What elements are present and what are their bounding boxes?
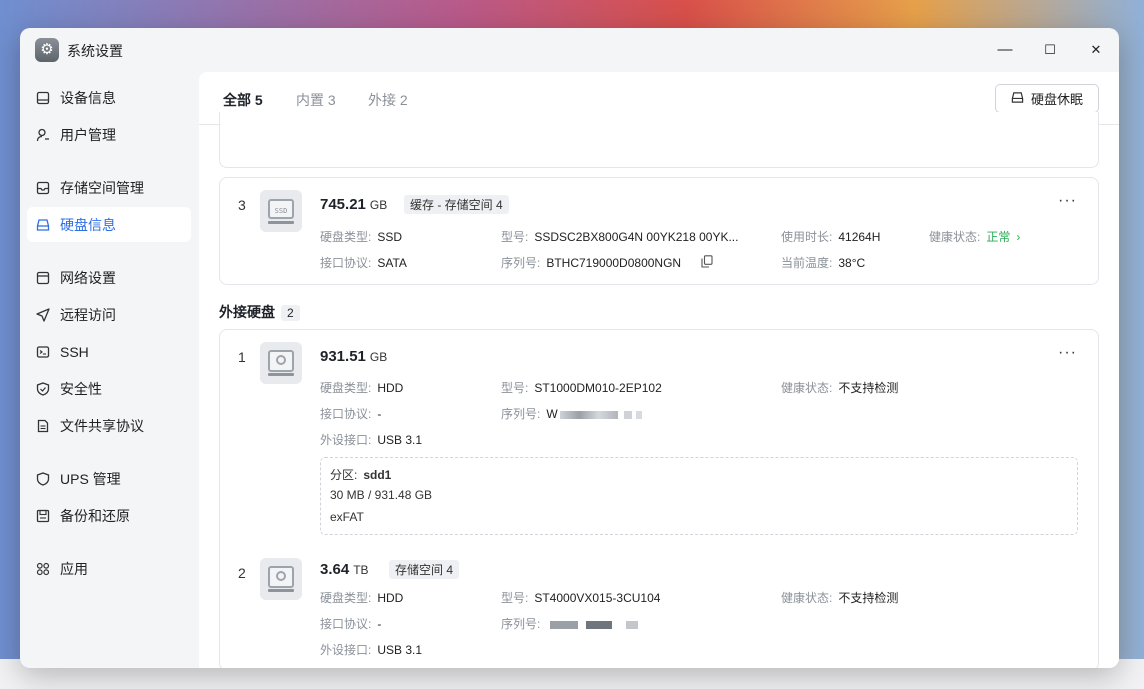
external-port-field: 外设接口: USB 3.1	[320, 643, 423, 657]
hdd-icon	[260, 558, 302, 600]
disk-index: 1	[238, 349, 246, 365]
tab-external[interactable]: 外接 2	[368, 90, 408, 110]
disk-capacity: 3.64 TB	[320, 561, 369, 578]
sidebar-item-apps[interactable]: 应用	[27, 551, 191, 586]
health-status-field: 健康状态: 不支持检测	[781, 591, 899, 605]
sidebar-item-label: 应用	[60, 560, 88, 577]
disk-icon	[36, 218, 50, 232]
sidebar-item-label: 用户管理	[60, 126, 116, 143]
sidebar-item-label: 硬盘信息	[60, 216, 116, 233]
hdd-icon	[260, 342, 302, 384]
partition-filesystem: exFAT	[330, 510, 364, 524]
sidebar: 设备信息 用户管理 存储空间管理 硬盘信息 网络设置 远程访问 SSH 安全性	[20, 72, 198, 668]
external-disk-count: 2	[281, 305, 300, 321]
external-disks-heading: 外接硬盘 2	[219, 302, 300, 322]
close-button[interactable]: ✕	[1084, 38, 1108, 62]
backup-icon	[36, 509, 50, 523]
health-status-link[interactable]: 健康状态: 正常 ›	[929, 228, 1020, 245]
sidebar-item-device-info[interactable]: 设备信息	[27, 80, 191, 115]
minimize-button[interactable]: —	[993, 38, 1017, 62]
disk-sleep-button[interactable]: 硬盘休眠	[995, 84, 1099, 113]
apps-icon	[36, 562, 50, 576]
external-port-field: 外设接口: USB 3.1	[320, 433, 423, 447]
sidebar-item-ups[interactable]: UPS 管理	[27, 461, 191, 496]
sidebar-item-label: 网络设置	[60, 269, 116, 286]
maximize-button[interactable]: ☐	[1038, 38, 1062, 62]
model-field: 型号: SSDSC2BX800G4N 00YK218 00YK...	[501, 230, 739, 244]
disk-card: 3 SSD 745.21 GB 缓存 - 存储空间 4 ··· 硬盘类型: SSD …	[219, 177, 1099, 285]
sidebar-item-user-management[interactable]: 用户管理	[27, 117, 191, 152]
settings-app-icon: ⚙	[35, 38, 59, 62]
sidebar-item-label: 文件共享协议	[60, 417, 144, 434]
sidebar-item-security[interactable]: 安全性	[27, 371, 191, 406]
sidebar-item-label: UPS 管理	[60, 470, 121, 487]
serial-field: 序列号: BTHC719000D0800NGN	[501, 256, 682, 270]
interface-field: 接口协议: -	[320, 617, 382, 631]
model-field: 型号: ST1000DM010-2EP102	[501, 381, 662, 395]
ssd-icon: SSD	[260, 190, 302, 232]
sidebar-item-label: SSH	[60, 343, 89, 360]
model-field: 型号: ST4000VX015-3CU104	[501, 591, 661, 605]
sidebar-item-backup-restore[interactable]: 备份和还原	[27, 498, 191, 533]
chevron-right-icon: ›	[1016, 230, 1021, 244]
temperature-field: 当前温度: 38°C	[781, 256, 866, 270]
terminal-icon	[36, 345, 50, 359]
disk-icon	[1011, 91, 1024, 107]
send-icon	[36, 307, 50, 322]
more-options-icon[interactable]: ···	[1058, 192, 1077, 210]
serial-field: 序列号: W	[501, 405, 642, 422]
partition-usage: 30 MB / 931.48 GB	[330, 488, 433, 502]
interface-field: 接口协议: -	[320, 407, 382, 421]
external-disks-card: 1 931.51 GB ··· 硬盘类型: HDD 型号: ST1000DM010-2…	[219, 329, 1099, 668]
window-title: 系统设置	[67, 43, 123, 59]
sidebar-item-file-sharing[interactable]: 文件共享协议	[27, 408, 191, 443]
shield-icon	[36, 471, 50, 486]
sidebar-item-label: 存储空间管理	[60, 179, 144, 196]
sidebar-item-network-settings[interactable]: 网络设置	[27, 260, 191, 295]
disk-type-field: 硬盘类型: SSD	[320, 230, 403, 244]
disk-sleep-label: 硬盘休眠	[1030, 92, 1083, 107]
sidebar-item-label: 远程访问	[60, 306, 116, 323]
more-options-icon[interactable]: ···	[1058, 344, 1077, 362]
shield-check-icon	[36, 381, 50, 396]
device-icon	[36, 91, 50, 105]
sidebar-item-label: 备份和还原	[60, 507, 130, 524]
disk-capacity: 931.51 GB	[320, 348, 388, 365]
disk-tag: 存储空间 4	[389, 560, 460, 579]
user-icon	[36, 128, 50, 142]
disk-index: 3	[238, 197, 246, 213]
interface-field: 接口协议: SATA	[320, 256, 407, 270]
disk-index: 2	[238, 565, 246, 581]
previous-disk-card	[219, 112, 1099, 168]
storage-icon	[36, 181, 50, 195]
disk-type-field: 硬盘类型: HDD	[320, 381, 404, 395]
disk-type-field: 硬盘类型: HDD	[320, 591, 404, 605]
serial-field: 序列号:	[501, 615, 639, 632]
usage-time-field: 使用时长: 41264H	[781, 230, 881, 244]
disk-tag: 缓存 - 存储空间 4	[404, 195, 509, 214]
partition-box: 分区: sdd1 30 MB / 931.48 GB exFAT	[320, 457, 1078, 535]
health-status-field: 健康状态: 不支持检测	[781, 381, 899, 395]
main-panel: 全部 5 内置 3 外接 2 硬盘休眠 3 SSD 745.21 GB 缓存 - …	[199, 72, 1119, 668]
document-icon	[36, 419, 50, 433]
tab-internal[interactable]: 内置 3	[296, 90, 336, 110]
title-bar: ⚙ 系统设置 — ☐ ✕	[20, 28, 1119, 72]
sidebar-item-label: 设备信息	[60, 89, 116, 106]
sidebar-item-storage-management[interactable]: 存储空间管理	[27, 170, 191, 205]
redacted-serial	[559, 410, 618, 419]
sidebar-item-label: 安全性	[60, 380, 102, 397]
settings-window: ⚙ 系统设置 — ☐ ✕ 设备信息 用户管理 存储空间管理 硬盘信息 网络设置 …	[20, 28, 1119, 668]
disk-capacity: 745.21 GB	[320, 196, 388, 213]
partition-name: 分区: sdd1	[330, 468, 392, 482]
redacted-serial	[550, 620, 579, 629]
tab-all[interactable]: 全部 5	[223, 90, 263, 110]
network-icon	[36, 271, 50, 285]
sidebar-item-disk-info[interactable]: 硬盘信息	[27, 207, 191, 242]
copy-icon[interactable]	[701, 255, 713, 273]
sidebar-item-remote-access[interactable]: 远程访问	[27, 297, 191, 332]
sidebar-item-ssh[interactable]: SSH	[27, 334, 191, 369]
